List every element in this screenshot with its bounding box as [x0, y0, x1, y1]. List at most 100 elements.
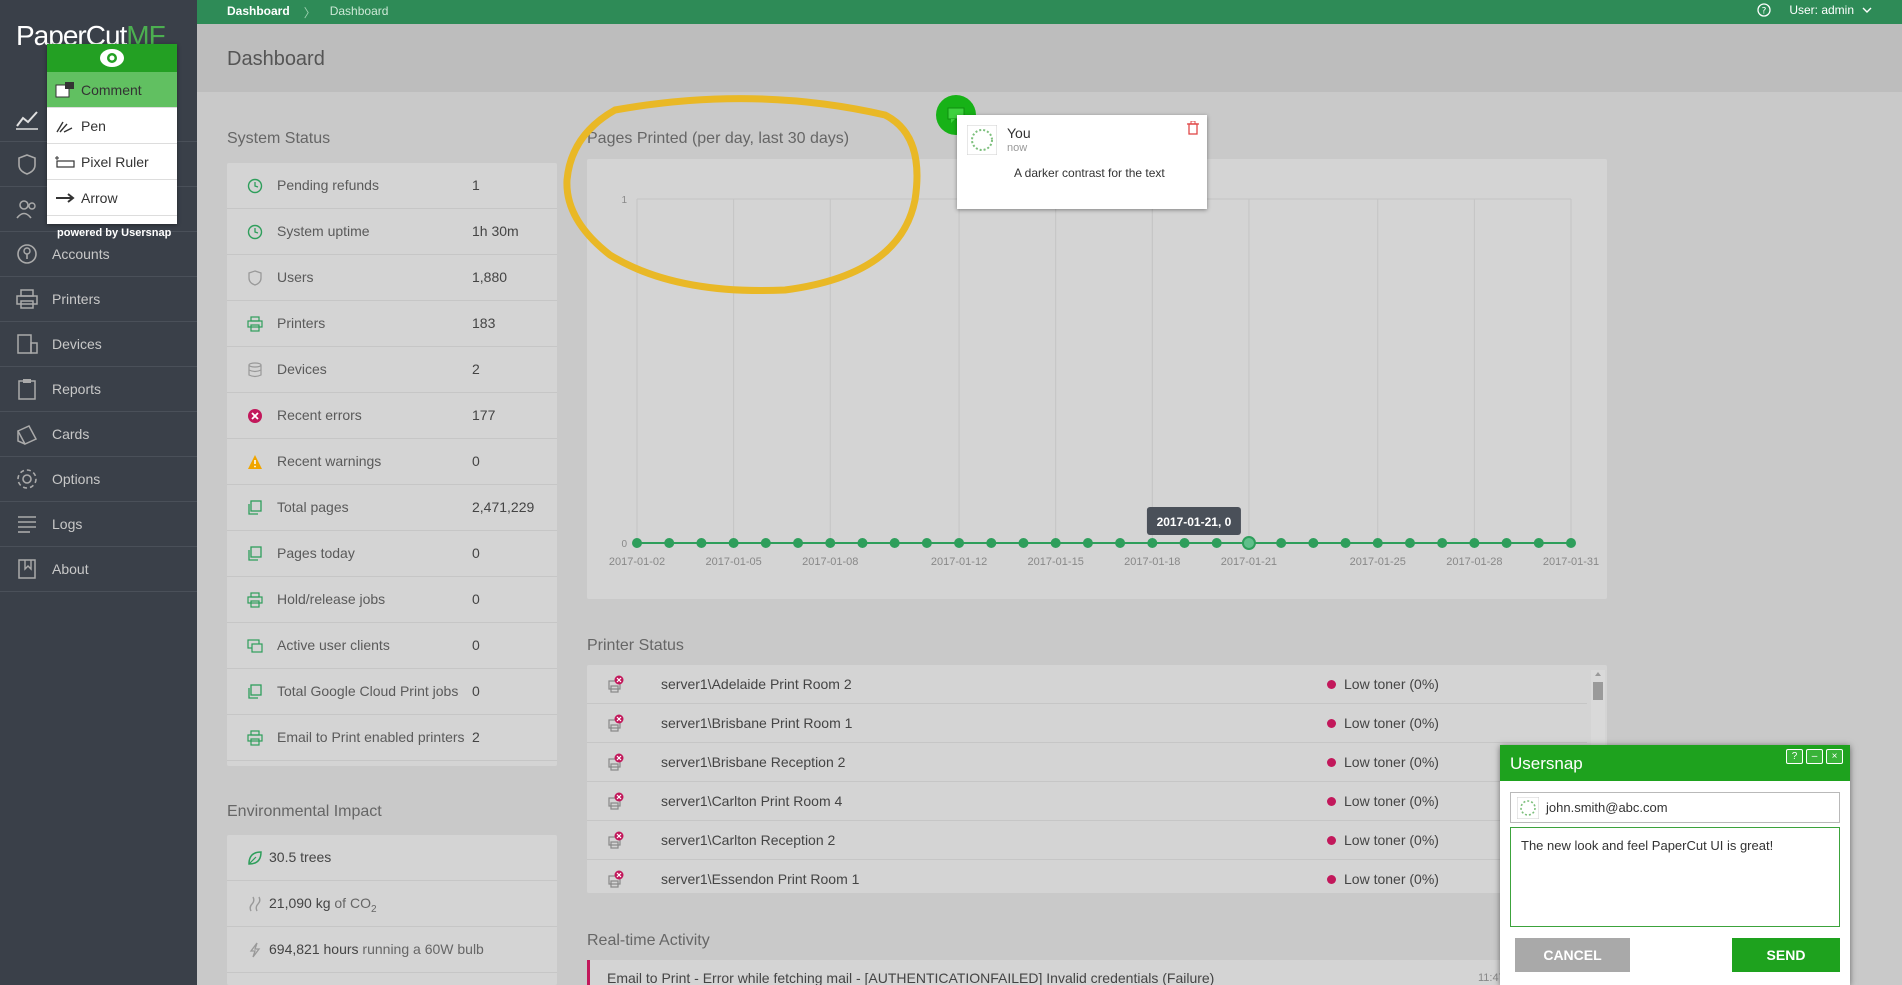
- printer-row[interactable]: server1\Carlton Reception 2 Low toner (0%…: [587, 821, 1587, 860]
- close-button[interactable]: ×: [1826, 749, 1843, 764]
- status-label: Total pages: [277, 499, 349, 515]
- data-point[interactable]: [728, 538, 739, 548]
- usersnap-tool-palette: Comment Pen Pixel Ruler Arrow: [47, 44, 177, 224]
- sidebar-item-about[interactable]: About: [0, 547, 197, 592]
- data-point[interactable]: [1469, 538, 1480, 548]
- help-button[interactable]: ?: [1786, 749, 1803, 764]
- breadcrumb-item: Dashboard: [329, 4, 389, 18]
- printer-name[interactable]: server1\Brisbane Print Room 1: [661, 715, 852, 731]
- data-point[interactable]: [664, 538, 675, 548]
- data-point[interactable]: [1050, 538, 1061, 548]
- help-icon[interactable]: ?: [1757, 3, 1771, 17]
- data-point[interactable]: [1533, 538, 1544, 548]
- printer-error-icon: [608, 714, 624, 732]
- tool-comment[interactable]: Comment: [47, 72, 177, 108]
- data-point[interactable]: [889, 538, 900, 548]
- email-field[interactable]: john.smith@abc.com: [1510, 792, 1840, 823]
- printer-error-icon: [608, 870, 624, 888]
- tool-pixel-ruler[interactable]: Pixel Ruler: [47, 144, 177, 180]
- data-point[interactable]: [1404, 538, 1415, 548]
- usersnap-camera-header[interactable]: [47, 44, 177, 72]
- minimize-button[interactable]: –: [1806, 749, 1823, 764]
- message-textarea[interactable]: The new look and feel PaperCut UI is gre…: [1510, 827, 1840, 927]
- sidebar-item-reports[interactable]: Reports: [0, 367, 197, 412]
- comment-card[interactable]: You now A darker contrast for the text: [957, 115, 1207, 209]
- data-point[interactable]: [1179, 538, 1190, 548]
- tool-label: Pixel Ruler: [81, 153, 149, 170]
- data-point[interactable]: [954, 538, 965, 548]
- data-point[interactable]: [1115, 538, 1126, 548]
- data-point[interactable]: [1437, 538, 1448, 548]
- user-label[interactable]: User: admin: [1789, 3, 1854, 17]
- status-label: Recent errors: [277, 407, 362, 423]
- sidebar-item-options[interactable]: Options: [0, 457, 197, 502]
- status-value: 2: [472, 361, 480, 377]
- printer-name[interactable]: server1\Carlton Reception 2: [661, 832, 835, 848]
- tool-arrow[interactable]: Arrow: [47, 180, 177, 216]
- printer-row[interactable]: server1\Essendon Print Room 1 Low toner (…: [587, 860, 1587, 893]
- data-point[interactable]: [1147, 538, 1158, 548]
- printer-error-icon: [608, 753, 624, 771]
- data-point[interactable]: [760, 538, 771, 548]
- printer-name[interactable]: server1\Carlton Print Room 4: [661, 793, 842, 809]
- data-point[interactable]: [921, 538, 932, 548]
- status-dot: [1327, 875, 1336, 884]
- data-point[interactable]: [1501, 538, 1512, 548]
- data-point[interactable]: [1241, 536, 1256, 550]
- usersnap-header[interactable]: Usersnap ? – ×: [1500, 745, 1850, 781]
- breadcrumb-item[interactable]: Dashboard: [227, 4, 290, 21]
- tool-pen[interactable]: Pen: [47, 108, 177, 144]
- scrollbar-thumb[interactable]: [1593, 682, 1603, 700]
- status-value: 0: [472, 591, 480, 607]
- device-icon: [17, 334, 38, 354]
- status-label: Hold/release jobs: [277, 591, 386, 607]
- clock-icon: [247, 178, 263, 194]
- data-point[interactable]: [986, 538, 997, 548]
- printer-status-text: Low toner (0%): [1344, 871, 1439, 887]
- data-point[interactable]: [1211, 538, 1222, 548]
- data-point[interactable]: [857, 538, 868, 548]
- sidebar-item-cards[interactable]: Cards: [0, 412, 197, 457]
- sidebar-item-printers[interactable]: Printers: [0, 277, 197, 322]
- status-value: 183: [472, 315, 496, 331]
- data-point[interactable]: [1308, 538, 1319, 548]
- data-point[interactable]: [696, 538, 707, 548]
- printer-icon: [247, 592, 263, 608]
- status-row: System uptime 1h 30m: [227, 209, 557, 255]
- printer-name[interactable]: server1\Adelaide Print Room 2: [661, 676, 852, 692]
- printer-status-text: Low toner (0%): [1344, 754, 1439, 770]
- data-point[interactable]: [632, 538, 642, 548]
- activity-row[interactable]: Email to Print - Error while fetching ma…: [587, 960, 1587, 985]
- printer-status-title: Printer Status: [587, 637, 684, 654]
- printer-row[interactable]: server1\Adelaide Print Room 2 Low toner (…: [587, 665, 1587, 704]
- sidebar-item-devices[interactable]: Devices: [0, 322, 197, 367]
- data-point[interactable]: [1566, 538, 1576, 548]
- cancel-button[interactable]: CANCEL: [1515, 938, 1630, 972]
- powered-by-label: powered by Usersnap: [57, 227, 172, 239]
- shield-icon: [18, 154, 36, 175]
- chart-tooltip-text: 2017-01-21, 0: [1157, 515, 1232, 529]
- data-point[interactable]: [1018, 538, 1029, 548]
- scroll-up-icon[interactable]: [1594, 670, 1602, 678]
- printer-row[interactable]: server1\Carlton Print Room 4 Low toner (0…: [587, 782, 1587, 821]
- user-menu[interactable]: ? User: admin: [1757, 3, 1872, 17]
- chevron-down-icon: [1862, 7, 1872, 13]
- sidebar-item-label: Cards: [52, 426, 90, 442]
- data-point[interactable]: [1372, 538, 1383, 548]
- usersnap-title: Usersnap: [1510, 754, 1583, 773]
- send-button[interactable]: SEND: [1732, 938, 1840, 972]
- pages-icon: [248, 500, 262, 515]
- data-point[interactable]: [1082, 538, 1093, 548]
- printer-name[interactable]: server1\Essendon Print Room 1: [661, 871, 859, 887]
- printer-name[interactable]: server1\Brisbane Reception 2: [661, 754, 845, 770]
- printer-row[interactable]: server1\Brisbane Print Room 1 Low toner (…: [587, 704, 1587, 743]
- data-point[interactable]: [793, 538, 804, 548]
- data-point[interactable]: [1276, 538, 1287, 548]
- data-point[interactable]: [825, 538, 836, 548]
- trash-icon[interactable]: [1187, 121, 1199, 135]
- data-point[interactable]: [1340, 538, 1351, 548]
- x-tick-label: 2017-01-05: [705, 556, 761, 568]
- sidebar-item-logs[interactable]: Logs: [0, 502, 197, 547]
- printer-row[interactable]: server1\Brisbane Reception 2 Low toner (0…: [587, 743, 1587, 782]
- x-tick-label: 2017-01-18: [1124, 556, 1180, 568]
